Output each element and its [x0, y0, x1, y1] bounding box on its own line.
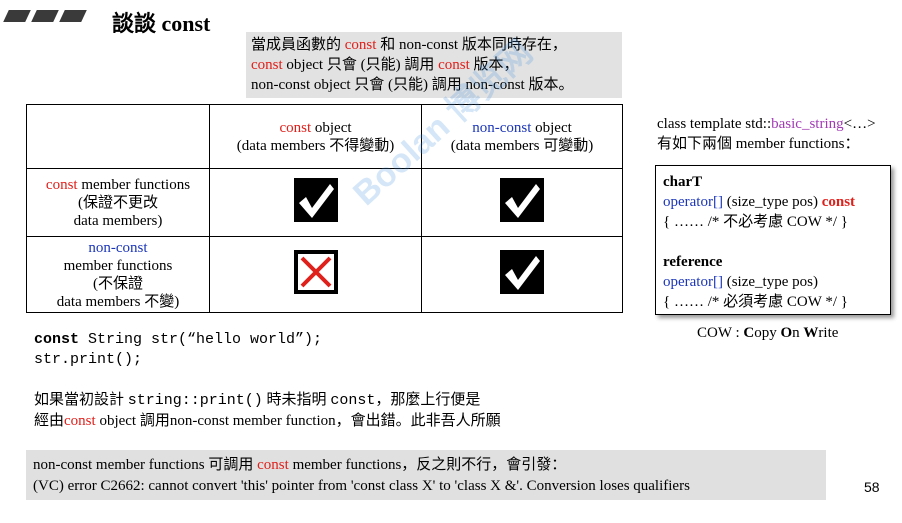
code-snippet: const String str(“hello world”); str.pri… — [34, 331, 323, 368]
table-row-label-nonconst-functions: non-const member functions (不保證 data mem… — [26, 236, 210, 313]
table-cell — [421, 168, 623, 237]
bottom-note: non-const member functions 可調用 const mem… — [26, 450, 826, 500]
table-corner-cell — [26, 104, 210, 169]
header-bar-decoration — [59, 10, 87, 22]
table-cell — [209, 236, 422, 313]
page-title: 談談 const — [112, 11, 211, 36]
cow-note: COW : Copy On Write — [697, 325, 839, 341]
table-cell — [421, 236, 623, 313]
header-bar-decoration — [3, 10, 31, 22]
header-bar-decoration — [31, 10, 59, 22]
top-note: 當成員函數的 const 和 non-const 版本同時存在， const o… — [246, 32, 622, 98]
checkmark-icon — [293, 178, 338, 222]
const-matrix-table: const object (data members 不得變動) non-con… — [26, 104, 623, 313]
checkmark-icon — [500, 178, 544, 222]
cross-icon — [293, 250, 338, 294]
table-row-label-const-functions: const member functions (保證不更改 data membe… — [26, 168, 210, 237]
right-note: class template std::basic_string<…> 有如下兩… — [657, 116, 876, 152]
checkmark-icon — [500, 250, 544, 294]
explanation-paragraph: 如果當初設計 string::print() 時未指明 const，那麼上行便是… — [34, 392, 501, 429]
page-number: 58 — [864, 479, 880, 495]
operator-code-box: charT operator[] (size_type pos) const {… — [655, 165, 891, 315]
